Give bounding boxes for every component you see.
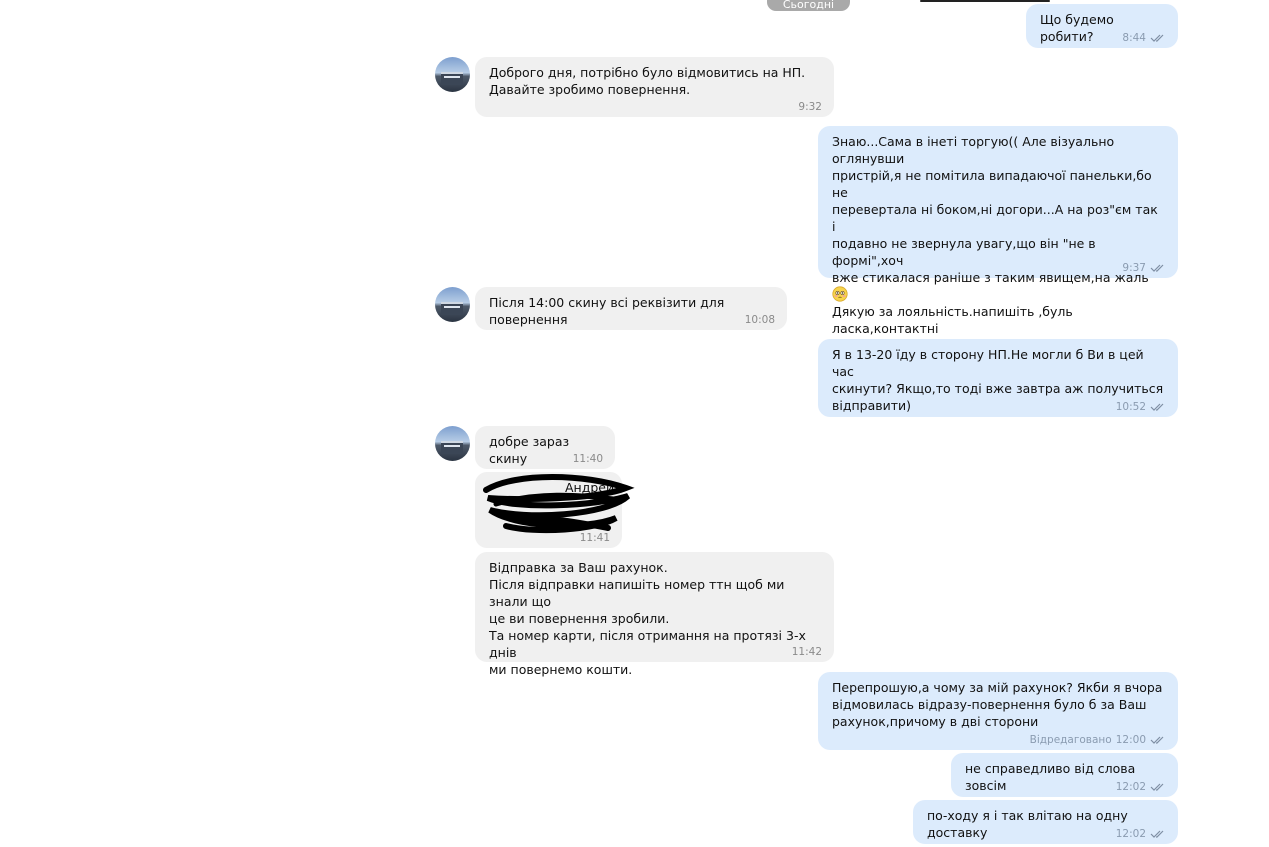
- media-edge: [920, 0, 1050, 2]
- message-text-part: Знаю...Сама в інеті торгую(( Але візуаль…: [832, 134, 1158, 285]
- message-meta: Відредаговано 12:00: [1030, 734, 1166, 746]
- message-text: Знаю...Сама в інеті торгую(( Але візуаль…: [832, 133, 1164, 354]
- message-time: 12:00: [1115, 734, 1146, 746]
- message-meta: 11:40: [573, 453, 603, 465]
- message-outgoing[interactable]: Перепрошую,а чому за мій рахунок? Якби я…: [818, 672, 1178, 750]
- message-text: Відправка за Ваш рахунок. Після відправк…: [489, 560, 806, 677]
- redaction-scribble: [483, 474, 635, 534]
- message-time: 9:32: [798, 101, 822, 113]
- message-incoming[interactable]: Доброго дня, потрібно було відмовитись н…: [475, 57, 834, 117]
- chat-history: Сьогодні Що будемо робити? 8:44 Доброго …: [0, 0, 1269, 847]
- message-time: 12:02: [1115, 781, 1146, 793]
- message-meta: 10:08: [745, 314, 775, 326]
- message-outgoing[interactable]: Знаю...Сама в інеті торгую(( Але візуаль…: [818, 126, 1178, 353]
- read-checkmarks-icon: [1150, 783, 1164, 791]
- message-outgoing[interactable]: не справедливо від слова зовсім 12:02: [951, 753, 1178, 797]
- message-outgoing[interactable]: Я в 13-20 їду в сторону НП.Не могли б Ви…: [818, 339, 1178, 417]
- message-meta: 9:37: [1122, 262, 1166, 274]
- message-incoming[interactable]: добре зараз скину 11:40: [475, 426, 615, 469]
- message-time: 10:08: [744, 314, 775, 326]
- read-checkmarks-icon: [1150, 264, 1164, 272]
- edited-label: Відредаговано: [1029, 734, 1112, 746]
- message-time: 12:02: [1115, 828, 1146, 840]
- contact-avatar[interactable]: [435, 57, 470, 92]
- message-incoming[interactable]: Після 14:00 скину всі реквізити для пове…: [475, 287, 787, 330]
- message-incoming[interactable]: Відправка за Ваш рахунок. Після відправк…: [475, 552, 834, 677]
- read-checkmarks-icon: [1150, 736, 1164, 744]
- message-text: Я в 13-20 їду в сторону НП.Не могли б Ви…: [832, 347, 1164, 413]
- message-text: Перепрошую,а чому за мій рахунок? Якби я…: [832, 680, 1163, 729]
- message-meta: 9:32: [798, 101, 822, 113]
- message-meta: 10:52: [1116, 401, 1166, 413]
- message-time: 9:37: [1122, 262, 1146, 274]
- message-meta: 8:44: [1122, 32, 1166, 44]
- flushed-face-icon: [832, 286, 848, 302]
- message-meta: 11:42: [792, 646, 822, 658]
- message-time: 8:44: [1122, 32, 1146, 44]
- contact-avatar[interactable]: [435, 287, 470, 322]
- message-time: 11:42: [791, 646, 822, 658]
- message-text: Доброго дня, потрібно було відмовитись н…: [489, 65, 806, 97]
- contact-avatar[interactable]: [435, 426, 470, 461]
- message-outgoing[interactable]: Що будемо робити? 8:44: [1026, 4, 1178, 48]
- message-time: 10:52: [1115, 401, 1146, 413]
- message-meta: 12:02: [1116, 781, 1166, 793]
- message-meta: 12:02: [1116, 828, 1166, 840]
- message-time: 11:40: [572, 453, 603, 465]
- read-checkmarks-icon: [1150, 830, 1164, 838]
- message-outgoing[interactable]: по-ходу я і так влітаю на одну доставку …: [913, 800, 1178, 844]
- read-checkmarks-icon: [1150, 34, 1164, 42]
- message-text: Після 14:00 скину всі реквізити для пове…: [489, 295, 729, 327]
- date-separator: Сьогодні: [767, 0, 850, 11]
- read-checkmarks-icon: [1150, 403, 1164, 411]
